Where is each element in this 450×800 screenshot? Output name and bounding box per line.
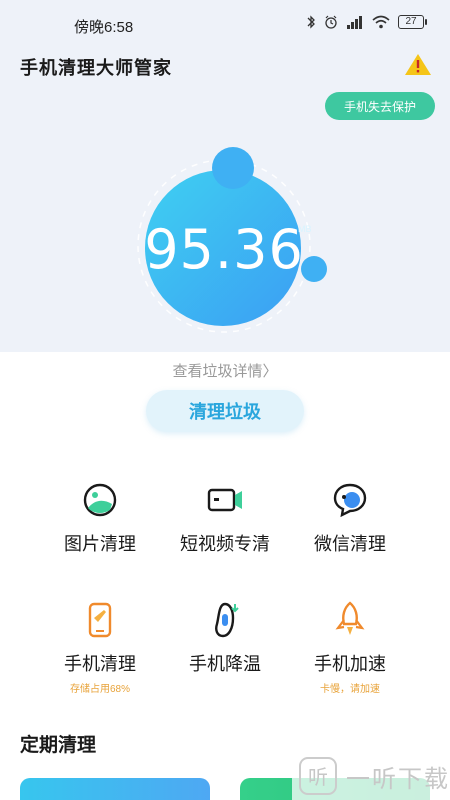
clean-junk-button[interactable]: 清理垃圾 [146,390,304,432]
section-title: 定期清理 [20,735,97,756]
junk-gauge [137,147,327,333]
watermark: 听 一听下载 [292,752,450,800]
feature-label: 手机加速 [314,654,386,674]
svg-text:听: 听 [308,765,328,789]
watermark-text: 一听下载 [346,765,450,793]
boost-warning-note: 卡慢，请加速 [320,684,380,695]
wechat-icon [333,483,367,518]
junk-size-unit: MB [298,224,312,234]
feature-label: 微信清理 [314,534,386,554]
chevron-right-icon: 〉 [262,363,278,380]
phone-clean-icon [88,602,112,638]
image-icon [83,483,117,517]
gauge-orb-top [212,147,254,189]
feature-wechat-clean[interactable]: 微信清理 [275,480,425,556]
thermometer-icon [215,602,239,638]
gauge-orb-right [301,256,327,282]
feature-phone-boost[interactable]: 手机加速 卡慢，请加速 [275,600,425,695]
scheduled-clean-card-1[interactable] [20,778,210,800]
watermark-logo: 听 [299,757,337,795]
rocket-icon [335,601,365,635]
junk-size-value: 95.36 [144,218,304,281]
junk-detail-link[interactable]: 查看垃圾详情〉 [0,360,450,381]
junk-detail-label: 查看垃圾详情 [172,363,263,380]
video-icon [207,488,242,512]
storage-usage-note: 存储占用68% [69,684,130,695]
